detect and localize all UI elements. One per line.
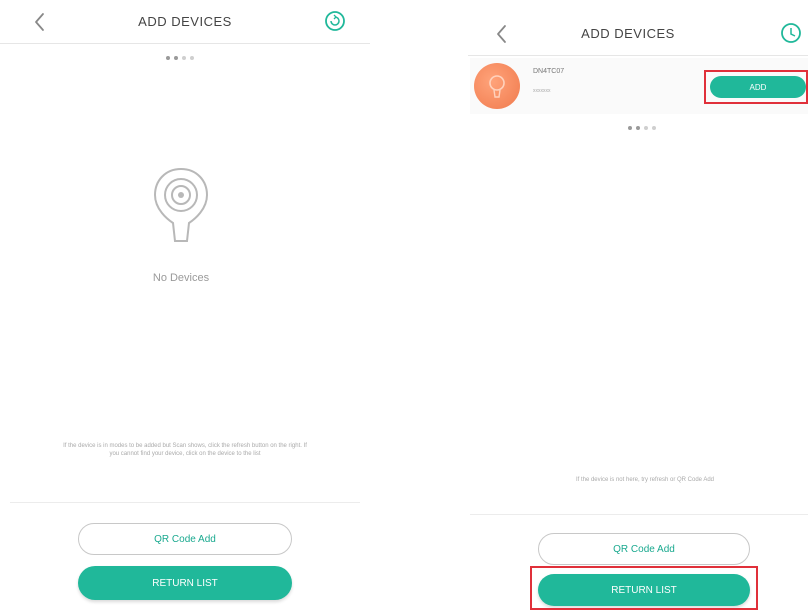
page-title: ADD DEVICES xyxy=(138,14,232,29)
indicator-dot xyxy=(166,56,170,60)
screen-no-devices: ADD DEVICES No Devices If the device is … xyxy=(0,0,370,610)
qr-code-add-button[interactable]: QR Code Add xyxy=(78,523,292,555)
indicator-dot xyxy=(182,56,186,60)
divider xyxy=(470,514,808,515)
indicator-dot xyxy=(636,126,640,130)
device-name: DN4TC07 xyxy=(533,68,565,75)
indicator-dot xyxy=(652,126,656,130)
qr-code-add-button[interactable]: QR Code Add xyxy=(538,533,750,565)
page-indicator xyxy=(166,56,194,60)
empty-state-text: No Devices xyxy=(152,272,210,284)
page-indicator xyxy=(628,126,656,130)
device-subtitle: xxxxxxx xyxy=(533,88,551,94)
indicator-dot xyxy=(644,126,648,130)
camera-pin-icon xyxy=(153,167,209,242)
chevron-left-icon[interactable] xyxy=(492,22,512,46)
divider xyxy=(10,502,360,503)
page-title: ADD DEVICES xyxy=(581,26,675,41)
header: ADD DEVICES xyxy=(468,12,808,56)
indicator-dot xyxy=(190,56,194,60)
hint-text: If the device is not here, try refresh o… xyxy=(575,477,715,483)
device-avatar xyxy=(474,63,520,109)
refresh-icon[interactable] xyxy=(324,10,346,32)
return-list-button[interactable]: RETURN LIST xyxy=(538,574,750,606)
hint-text: If the device is in modes to be added bu… xyxy=(63,443,307,457)
indicator-dot xyxy=(628,126,632,130)
add-device-button[interactable]: ADD xyxy=(710,76,806,98)
header: ADD DEVICES xyxy=(0,0,370,44)
refresh-icon[interactable] xyxy=(780,22,802,44)
indicator-dot xyxy=(174,56,178,60)
return-list-button[interactable]: RETURN LIST xyxy=(78,566,292,600)
